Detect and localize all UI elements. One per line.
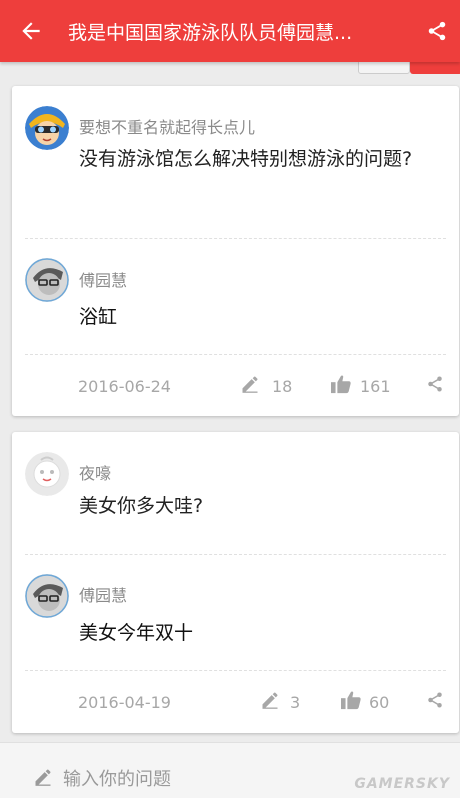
like-button[interactable] [340,690,362,714]
card-share-button[interactable] [426,691,444,713]
divider [25,670,446,671]
answerer-name[interactable]: 傅园慧 [79,582,127,606]
post-date: 2016-04-19 [78,692,171,712]
share-icon [428,21,446,41]
arrow-left-icon [22,22,40,40]
scrolled-button-edge-red [410,62,460,74]
asker-name[interactable]: 要想不重名就起得长点儿 [79,114,255,138]
divider [25,238,446,239]
like-count: 60 [369,692,390,712]
share-icon [428,376,442,392]
answerer-avatar[interactable] [25,258,69,302]
qa-card: 要想不重名就起得长点儿 没有游泳馆怎么解决特别想游泳的问题? 傅园慧 浴缸 20… [12,86,459,416]
header-share-button[interactable] [414,0,460,62]
card-share-button[interactable] [426,375,444,397]
divider [25,554,446,555]
thumbs-up-icon [341,691,361,710]
answer-button[interactable] [260,690,280,714]
scrolled-content-peek [0,62,460,76]
page-title: 我是中国国家游泳队队员傅园慧... [68,21,353,44]
asker-avatar[interactable] [25,106,69,150]
pencil-icon [35,769,51,786]
share-icon [428,692,442,708]
post-date: 2016-06-24 [78,376,171,396]
question-text: 没有游泳馆怎么解决特别想游泳的问题? [79,148,413,170]
divider [25,354,446,355]
answer-count: 18 [272,376,293,396]
like-count: 161 [360,376,391,396]
watermark-logo: GAMERSKY [354,776,450,792]
asker-avatar[interactable] [25,452,69,496]
back-button[interactable] [0,0,62,62]
thumbs-up-icon [331,375,351,394]
scrolled-button-edge [358,62,410,74]
asker-name[interactable]: 夜嚎 [79,460,111,484]
answer-button[interactable] [240,374,260,398]
question-text: 美女你多大哇? [79,495,204,517]
card-footer: 2016-04-19 3 60 [12,682,459,722]
card-footer: 2016-06-24 18 161 [12,366,459,406]
pencil-icon [262,692,278,709]
answer-text: 浴缸 [79,306,118,328]
answerer-avatar[interactable] [25,574,69,618]
answer-text: 美女今年双十 [79,622,194,644]
answerer-name[interactable]: 傅园慧 [79,267,127,291]
like-button[interactable] [330,374,352,398]
qa-card: 夜嚎 美女你多大哇? 傅园慧 美女今年双十 2016-04-19 3 60 [12,432,459,733]
question-input-placeholder[interactable]: 输入你的问题 [63,765,171,791]
answer-count: 3 [290,692,301,712]
pencil-icon [242,376,258,393]
app-bar: 我是中国国家游泳队队员傅园慧... [0,0,460,62]
